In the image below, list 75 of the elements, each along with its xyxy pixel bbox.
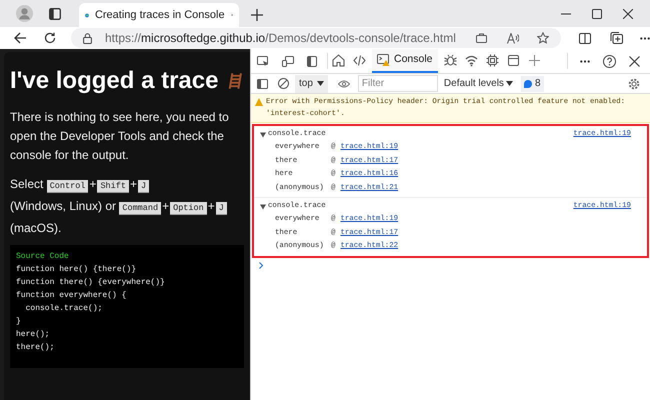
issue-icon — [524, 80, 532, 88]
add-icon — [528, 54, 541, 66]
ladder-icon — [228, 71, 244, 91]
more-tools-icon[interactable] — [580, 60, 590, 62]
prompt-icon[interactable] — [259, 262, 263, 268]
star-icon[interactable] — [537, 32, 549, 44]
code-line: function there() {everywhere()} — [16, 277, 166, 289]
plus-sign: + — [208, 199, 215, 213]
caret-icon — [506, 81, 513, 86]
expanded-icon[interactable] — [260, 204, 266, 210]
tab-title: Creating traces in Console — [94, 8, 225, 23]
address-bar[interactable]: https://microsoftedge.github.io/Demos/devtools-console/trace.html — [71, 28, 561, 48]
profile-icon[interactable] — [16, 5, 33, 22]
url-host: microsoftedge.github.io — [141, 30, 266, 47]
help-icon[interactable] — [603, 54, 616, 68]
key-label: J — [216, 202, 227, 215]
page-heading: I've logged a trace — [10, 66, 218, 96]
sidebar-icon[interactable] — [257, 78, 268, 88]
split-screen-icon[interactable] — [579, 32, 591, 44]
code-line: there(); — [16, 342, 56, 354]
more-icon[interactable] — [640, 36, 650, 40]
back-icon[interactable] — [14, 32, 27, 44]
plus-sign: + — [89, 177, 96, 191]
console-tab[interactable]: Console — [372, 49, 438, 73]
chip-icon — [486, 54, 499, 66]
settings-icon[interactable] — [628, 78, 640, 90]
device-icon[interactable] — [282, 56, 294, 66]
warning-icon — [255, 98, 263, 106]
window-icon — [506, 54, 520, 66]
clear-icon[interactable] — [278, 78, 289, 89]
inspect-icon[interactable] — [257, 56, 269, 66]
console-icon — [377, 54, 390, 66]
bug-icon — [444, 54, 457, 66]
shortcut-text: (macOS). — [10, 221, 62, 235]
key-label: Control — [46, 180, 88, 193]
collections-icon[interactable] — [610, 32, 623, 44]
context-dropdown[interactable]: top — [295, 74, 328, 92]
code-line: } — [16, 316, 22, 328]
code-title: Source Code — [16, 251, 70, 263]
code-icon — [353, 54, 366, 66]
url-path: /Demos/devtools-console/trace.html — [265, 30, 456, 47]
key-label: J — [138, 180, 150, 193]
shortcut-text: Select — [10, 177, 44, 191]
issues-badge[interactable]: 8 — [520, 76, 544, 92]
maximize-icon[interactable] — [592, 9, 602, 19]
code-line: console.trace(); — [24, 303, 104, 315]
url-scheme: https:// — [105, 30, 142, 47]
key-label: Option — [170, 202, 207, 215]
refresh-icon[interactable] — [44, 32, 56, 44]
key-label: Shift — [97, 180, 129, 193]
dock-icon[interactable] — [307, 56, 317, 66]
plus-sign: + — [162, 199, 170, 213]
levels-dropdown[interactable]: Default levels — [444, 76, 513, 91]
read-aloud-icon[interactable] — [507, 32, 519, 44]
intro-paragraph: There is nothing to see here, you need to open the Developer Tools and check the console for the output. — [10, 109, 230, 164]
browser-tab[interactable]: Creating traces in Console — [79, 3, 239, 27]
briefcase-icon[interactable] — [476, 33, 487, 43]
caret-icon — [316, 81, 324, 86]
shortcut-text: (Windows, Linux) or — [10, 199, 116, 213]
home-icon — [332, 54, 345, 66]
code-line: function everywhere() { — [16, 290, 128, 302]
issues-count: 8 — [534, 77, 540, 91]
tab-actions-icon[interactable] — [49, 8, 61, 20]
code-line: here(); — [16, 329, 51, 341]
eye-icon[interactable] — [338, 80, 350, 88]
filter-field[interactable]: Filter — [358, 75, 438, 92]
plus-sign: + — [130, 177, 137, 191]
new-tab-icon[interactable] — [251, 9, 263, 21]
close-window-icon[interactable] — [623, 9, 633, 19]
wifi-icon — [464, 54, 478, 66]
lock-icon[interactable] — [83, 32, 92, 44]
code-line: function here() {there()} — [16, 264, 138, 276]
key-label: Command — [119, 202, 162, 215]
close-icon[interactable] — [629, 56, 640, 66]
expanded-icon[interactable] — [260, 132, 266, 138]
